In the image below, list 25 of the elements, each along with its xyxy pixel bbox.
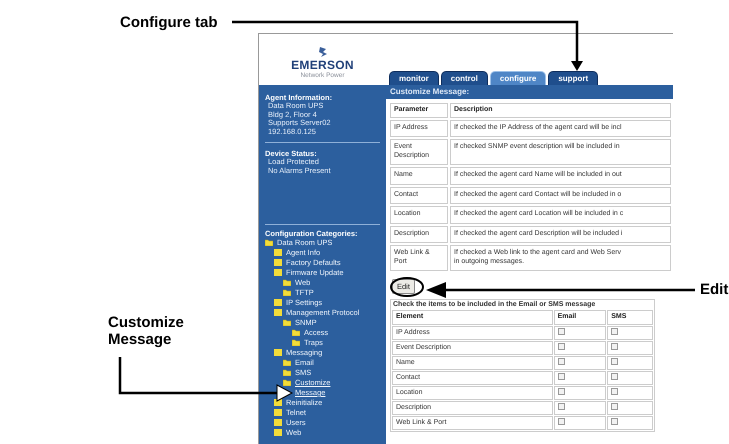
checkbox[interactable] bbox=[611, 372, 618, 380]
brand-name: EMERSON bbox=[291, 58, 354, 72]
callout-label: Edit bbox=[700, 281, 728, 298]
checkbox[interactable] bbox=[558, 328, 565, 334]
checkbox[interactable] bbox=[611, 342, 618, 350]
checkbox[interactable] bbox=[558, 342, 565, 350]
checkbox[interactable] bbox=[611, 358, 618, 364]
callout-label: Configure tab bbox=[120, 14, 218, 31]
checkbox[interactable] bbox=[611, 402, 618, 410]
highlight-circle bbox=[390, 277, 424, 297]
callout-label: Customize Message bbox=[108, 314, 185, 348]
tab[interactable]: support bbox=[548, 71, 598, 85]
tab[interactable]: configure bbox=[490, 71, 546, 85]
checkbox[interactable] bbox=[611, 388, 618, 394]
tab[interactable]: monitor bbox=[389, 71, 439, 85]
logo-icon bbox=[318, 46, 328, 58]
tab[interactable]: control bbox=[440, 71, 488, 85]
checkbox[interactable] bbox=[558, 388, 565, 394]
checkbox[interactable] bbox=[558, 418, 565, 424]
section-header: Customize Message: bbox=[386, 85, 673, 99]
checkbox[interactable] bbox=[611, 328, 618, 334]
checkbox[interactable] bbox=[558, 358, 565, 364]
checkbox[interactable] bbox=[558, 402, 565, 410]
checkbox[interactable] bbox=[558, 372, 565, 380]
checkbox[interactable] bbox=[611, 418, 618, 424]
